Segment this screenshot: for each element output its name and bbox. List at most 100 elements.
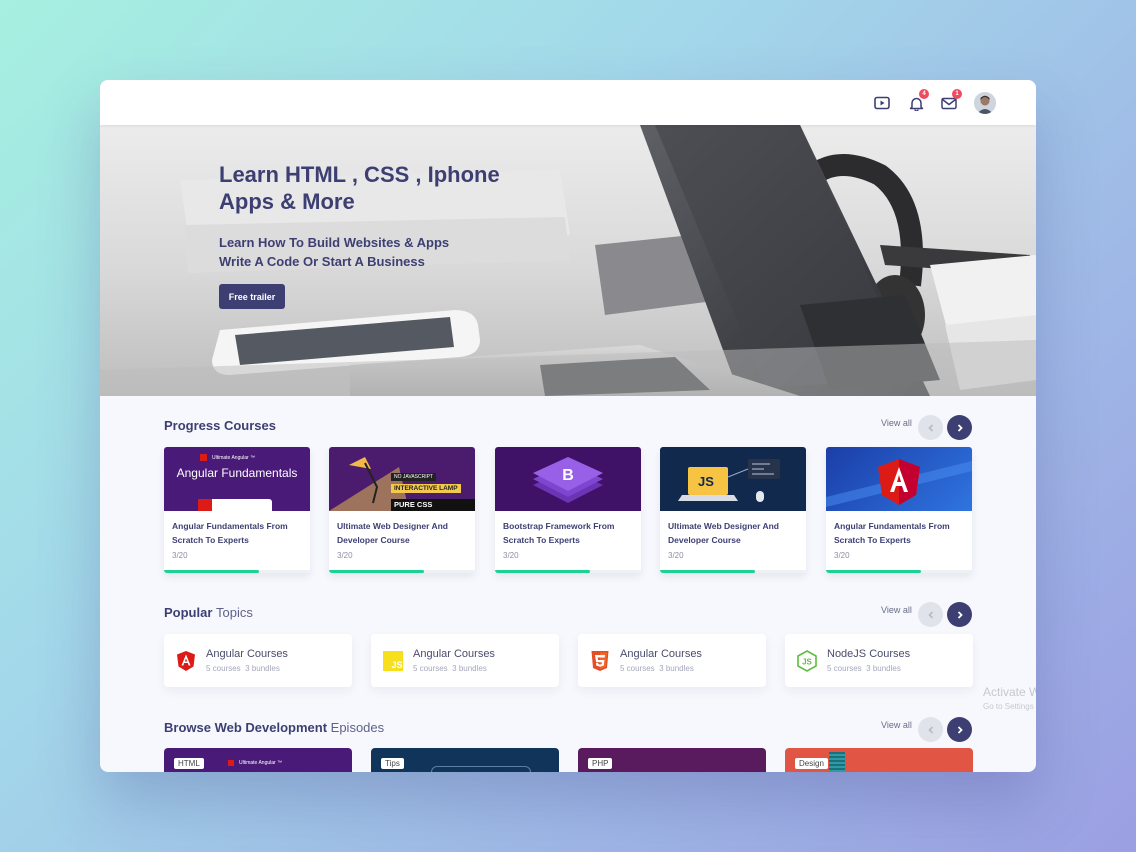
topic-bundles-count: 3 bundles: [452, 664, 487, 673]
course-progress-fill: [164, 570, 259, 573]
topic-card[interactable]: JS Angular Courses 5 courses 3 bundles: [371, 634, 559, 687]
episode-thumb-shape: [431, 766, 531, 772]
course-thumbnail: NO JAVASCRIPT INTERACTIVE LAMP PURE CSS …: [329, 447, 475, 511]
notification-badge: 4: [919, 89, 929, 99]
course-card[interactable]: Ultimate Angular ™ Angular Fundamentals …: [164, 447, 310, 573]
watermark-line2: Go to Settings to activate Windows.: [983, 702, 1036, 711]
topic-meta: 5 courses 3 bundles: [827, 664, 901, 673]
hero-subtitle: Learn How To Build Websites & Apps Write…: [219, 233, 519, 271]
js-icon: JS: [383, 651, 403, 671]
video-icon[interactable]: [872, 93, 892, 113]
episodes-next-button[interactable]: [947, 717, 972, 742]
hero-title: Learn HTML , CSS , Iphone Apps & More: [219, 162, 500, 214]
course-progress-fill: [329, 570, 424, 573]
thumb-heading: Angular Fundamentals: [176, 466, 298, 480]
course-progress-bar: [826, 570, 972, 573]
topic-courses-count: 5 courses: [620, 664, 655, 673]
episodes-title-bold: Browse Web Development: [164, 720, 328, 735]
course-progress-fill: [495, 570, 590, 573]
topics-prev-button[interactable]: [918, 602, 943, 627]
episodes-title: Browse Web Development Episodes: [164, 720, 384, 735]
chevron-left-icon: [927, 423, 933, 432]
course-progress-text: 3/20: [834, 551, 850, 560]
js-label: JS: [698, 474, 714, 489]
course-thumbnail: JS: [660, 447, 806, 511]
topics-next-button[interactable]: [947, 602, 972, 627]
free-trailer-button[interactable]: Free trailer: [219, 284, 285, 309]
chevron-left-icon: [927, 725, 933, 734]
course-progress-fill: [826, 570, 921, 573]
app-window: 4 1 Learn HTML , CSS , Iphone Apps & Mor…: [100, 80, 1036, 772]
episode-card[interactable]: Tips: [371, 748, 559, 772]
popular-topics-title-light: Topics: [216, 605, 253, 620]
course-thumbnail: B: [495, 447, 641, 511]
popular-topics-title-bold: Popular: [164, 605, 213, 620]
progress-view-all-link[interactable]: View all: [881, 418, 912, 428]
course-progress-bar: [164, 570, 310, 573]
episode-tag: Tips: [381, 758, 404, 769]
episode-card[interactable]: PHP: [578, 748, 766, 772]
thumb-caption: Ultimate Angular ™: [212, 455, 256, 461]
hero-subtitle-line1: Learn How To Build Websites & Apps: [219, 235, 450, 250]
course-title: Angular Fundamentals From Scratch To Exp…: [172, 521, 288, 545]
episodes-prev-button[interactable]: [918, 717, 943, 742]
hero-banner: Learn HTML , CSS , Iphone Apps & More Le…: [100, 125, 1036, 396]
topic-meta: 5 courses 3 bundles: [413, 664, 487, 673]
topic-name: Angular Courses: [206, 648, 288, 660]
thumb-preview: [202, 499, 272, 511]
topic-courses-count: 5 courses: [413, 664, 448, 673]
episode-tag: HTML: [174, 758, 204, 769]
course-card[interactable]: JS Ultimate Web Designer And Developer C…: [660, 447, 806, 573]
topic-bundles-count: 3 bundles: [866, 664, 901, 673]
html5-icon: [591, 651, 609, 671]
svg-text:B: B: [562, 467, 574, 484]
angular-icon: [826, 459, 972, 507]
popular-topics-title: Popular Topics: [164, 605, 253, 620]
avatar[interactable]: [974, 92, 996, 114]
course-title: Ultimate Web Designer And Developer Cour…: [668, 521, 779, 545]
course-thumbnail: [826, 447, 972, 511]
bootstrap-icon: B: [533, 457, 603, 503]
topic-name: Angular Courses: [620, 648, 702, 660]
course-progress-text: 3/20: [668, 551, 684, 560]
chevron-right-icon: [957, 725, 963, 734]
chevron-right-icon: [957, 423, 963, 432]
topic-bundles-count: 3 bundles: [245, 664, 280, 673]
progress-prev-button[interactable]: [918, 415, 943, 440]
watermark-line1: Activate Windows: [983, 685, 1036, 699]
course-progress-text: 3/20: [503, 551, 519, 560]
episodes-title-light: Episodes: [330, 720, 385, 735]
course-card[interactable]: NO JAVASCRIPT INTERACTIVE LAMP PURE CSS …: [329, 447, 475, 573]
svg-text:JS: JS: [391, 660, 402, 670]
progress-courses-list: Ultimate Angular ™ Angular Fundamentals …: [164, 447, 973, 573]
notifications-button[interactable]: 4: [906, 89, 929, 113]
course-thumbnail: Ultimate Angular ™ Angular Fundamentals: [164, 447, 310, 511]
episode-card[interactable]: HTML Ultimate Angular ™: [164, 748, 352, 772]
course-title: Ultimate Web Designer And Developer Cour…: [337, 521, 448, 545]
course-progress-fill: [660, 570, 755, 573]
topic-card[interactable]: Angular Courses 5 courses 3 bundles: [578, 634, 766, 687]
course-card[interactable]: Angular Fundamentals From Scratch To Exp…: [826, 447, 972, 573]
episode-caption: Ultimate Angular ™: [239, 760, 283, 766]
topic-name: Angular Courses: [413, 648, 495, 660]
course-title: Angular Fundamentals From Scratch To Exp…: [834, 521, 950, 545]
svg-text:JS: JS: [802, 658, 812, 667]
topic-courses-count: 5 courses: [206, 664, 241, 673]
topic-card[interactable]: JS NodeJS Courses 5 courses 3 bundles: [785, 634, 973, 687]
topics-view-all-link[interactable]: View all: [881, 605, 912, 615]
topic-card[interactable]: Angular Courses 5 courses 3 bundles: [164, 634, 352, 687]
topic-bundles-count: 3 bundles: [659, 664, 694, 673]
messages-button[interactable]: 1: [939, 89, 962, 113]
progress-next-button[interactable]: [947, 415, 972, 440]
episode-thumb-shape: [829, 752, 845, 772]
course-progress-text: 3/20: [337, 551, 353, 560]
course-card[interactable]: B Bootstrap Framework From Scratch To Ex…: [495, 447, 641, 573]
topic-name: NodeJS Courses: [827, 648, 911, 660]
episode-tag: Design: [795, 758, 828, 769]
hero-subtitle-line2: Write A Code Or Start A Business: [219, 254, 425, 269]
angular-icon: [228, 760, 234, 766]
episodes-view-all-link[interactable]: View all: [881, 720, 912, 730]
thumb-tag-no-js: NO JAVASCRIPT: [391, 473, 436, 481]
episode-card[interactable]: Design: [785, 748, 973, 772]
message-badge: 1: [952, 89, 962, 99]
